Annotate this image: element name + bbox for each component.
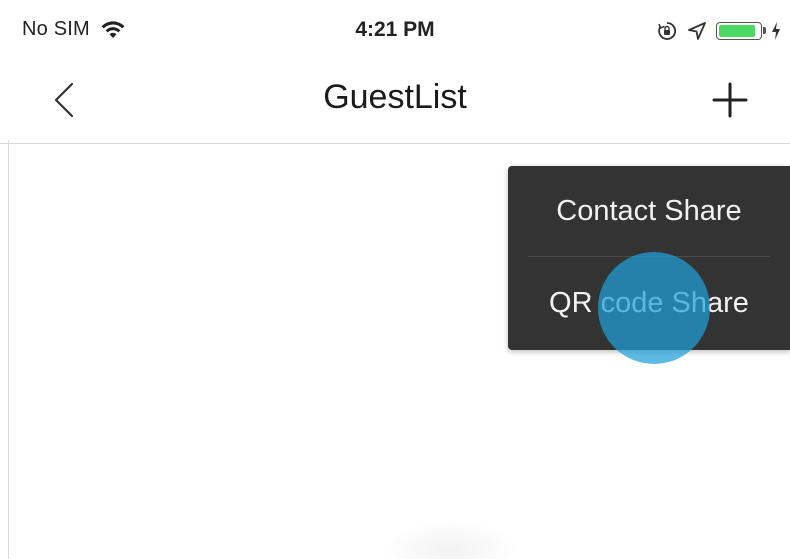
menu-item-qr-code-share[interactable]: QR code Share <box>508 258 790 348</box>
share-popover-menu: Contact Share QR code Share <box>508 166 790 350</box>
menu-item-contact-share[interactable]: Contact Share <box>508 166 790 256</box>
status-bar: No SIM 4:21 PM <box>0 0 790 62</box>
edge-divider <box>8 140 9 559</box>
location-arrow-icon <box>686 20 708 42</box>
battery-fill <box>719 25 755 37</box>
plus-icon <box>712 82 748 118</box>
background-content <box>380 520 520 559</box>
orientation-lock-icon <box>656 20 678 42</box>
screen: No SIM 4:21 PM GuestList Contact Share Q… <box>0 0 790 559</box>
add-button[interactable] <box>708 78 752 122</box>
status-right <box>656 20 782 42</box>
battery-cap <box>763 27 766 34</box>
menu-divider <box>528 256 770 257</box>
charging-bolt-icon <box>770 21 782 41</box>
battery-icon <box>716 22 766 40</box>
navigation-bar: GuestList <box>0 62 790 144</box>
page-title: GuestList <box>323 78 467 116</box>
